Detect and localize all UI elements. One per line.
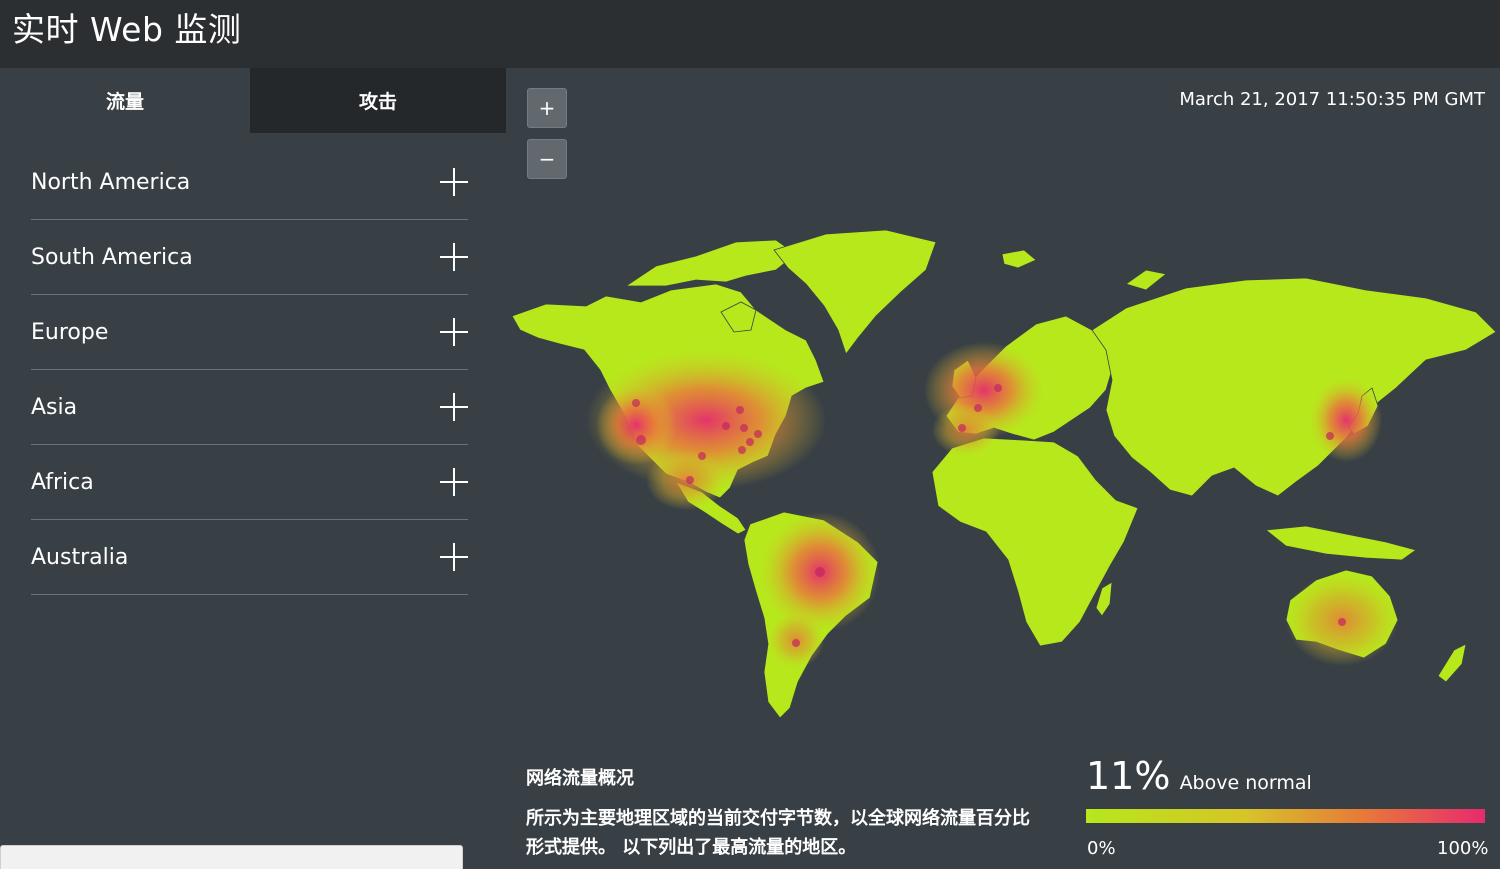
landmass-arctic-islands bbox=[624, 239, 797, 287]
zoom-out-button[interactable]: − bbox=[527, 139, 567, 179]
tab-traffic[interactable]: 流量 bbox=[0, 68, 250, 133]
sidebar: 流量 攻击 North America South America Europe… bbox=[0, 68, 506, 869]
region-item-australia[interactable]: Australia bbox=[31, 520, 468, 595]
region-label: South America bbox=[31, 244, 193, 270]
region-label: North America bbox=[31, 169, 191, 195]
region-label: Australia bbox=[31, 544, 129, 570]
scale-max-label: 100% bbox=[1437, 838, 1489, 859]
hotspot[interactable] bbox=[632, 399, 640, 407]
hotspot[interactable] bbox=[1326, 432, 1334, 440]
hotspot[interactable] bbox=[686, 476, 694, 484]
zoom-in-button[interactable]: + bbox=[527, 88, 567, 128]
hotspot[interactable] bbox=[738, 446, 746, 454]
hotspot[interactable] bbox=[736, 406, 744, 414]
tab-bar: 流量 攻击 bbox=[0, 68, 506, 133]
traffic-percentage: 11% bbox=[1086, 754, 1171, 798]
horizontal-scrollbar[interactable] bbox=[0, 845, 463, 869]
hotspot[interactable] bbox=[740, 424, 748, 432]
hotspot[interactable] bbox=[636, 435, 646, 445]
region-item-africa[interactable]: Africa bbox=[31, 445, 468, 520]
traffic-overview-panel: 网络流量概况 所示为主要地理区域的当前交付字节数，以全球网络流量百分比形式提供。… bbox=[526, 764, 1046, 862]
expand-plus-icon[interactable] bbox=[440, 393, 468, 421]
world-traffic-map[interactable] bbox=[506, 220, 1500, 730]
expand-plus-icon[interactable] bbox=[440, 243, 468, 271]
header: 实时 Web 监测 bbox=[0, 0, 1500, 68]
region-label: Asia bbox=[31, 394, 78, 420]
expand-plus-icon[interactable] bbox=[440, 318, 468, 346]
region-item-south-america[interactable]: South America bbox=[31, 220, 468, 295]
traffic-status-note: Above normal bbox=[1179, 772, 1312, 794]
hotspot[interactable] bbox=[722, 422, 730, 430]
region-item-europe[interactable]: Europe bbox=[31, 295, 468, 370]
landmass-iceland bbox=[1001, 249, 1037, 269]
expand-plus-icon[interactable] bbox=[440, 543, 468, 571]
page-title: 实时 Web 监测 bbox=[12, 10, 242, 49]
region-item-asia[interactable]: Asia bbox=[31, 370, 468, 445]
landmass-novaya-zemlya bbox=[1125, 269, 1167, 291]
hotspot[interactable] bbox=[1338, 618, 1346, 626]
hotspot[interactable] bbox=[958, 424, 966, 432]
hotspot[interactable] bbox=[815, 567, 825, 577]
hotspot[interactable] bbox=[754, 430, 762, 438]
overview-heading: 网络流量概况 bbox=[526, 768, 634, 789]
overview-description: 所示为主要地理区域的当前交付字节数，以全球网络流量百分比形式提供。 以下列出了最… bbox=[526, 808, 1030, 858]
traffic-stat: 11% Above normal bbox=[1086, 754, 1486, 798]
hotspot[interactable] bbox=[792, 639, 800, 647]
continent-asia bbox=[1091, 277, 1497, 497]
tab-attacks[interactable]: 攻击 bbox=[250, 68, 506, 133]
landmass-greenland bbox=[773, 229, 937, 355]
continent-africa bbox=[931, 437, 1139, 647]
app: 实时 Web 监测 流量 攻击 North America South Amer… bbox=[0, 0, 1500, 869]
landmass-new-zealand bbox=[1437, 643, 1467, 683]
hotspot[interactable] bbox=[746, 438, 754, 446]
region-label: Africa bbox=[31, 469, 94, 495]
landmass-indonesia bbox=[1264, 525, 1417, 561]
hotspot[interactable] bbox=[974, 404, 982, 412]
region-item-north-america[interactable]: North America bbox=[31, 145, 468, 220]
timestamp: March 21, 2017 11:50:35 PM GMT bbox=[1179, 89, 1485, 110]
region-list: North America South America Europe Asia … bbox=[31, 145, 468, 595]
hotspot[interactable] bbox=[994, 384, 1002, 392]
hotspot[interactable] bbox=[698, 452, 706, 460]
expand-plus-icon[interactable] bbox=[440, 168, 468, 196]
expand-plus-icon[interactable] bbox=[440, 468, 468, 496]
scale-min-label: 0% bbox=[1087, 838, 1116, 859]
traffic-scale-gradient bbox=[1086, 809, 1485, 823]
region-label: Europe bbox=[31, 319, 109, 345]
